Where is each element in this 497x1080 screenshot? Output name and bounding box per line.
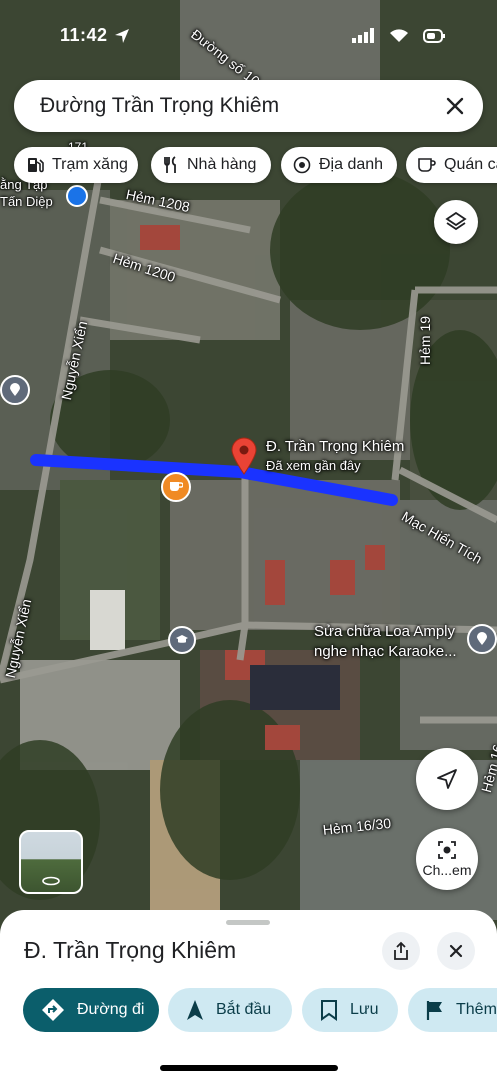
chip-cafe[interactable]: Quán cà <box>406 147 497 183</box>
pin-subtitle: Đã xem gần đây <box>266 458 361 473</box>
camera-lens-icon <box>438 841 456 859</box>
place-icon <box>10 383 20 396</box>
map-label-store-line2: Tấn Diệp <box>0 194 53 209</box>
chip-restaurant[interactable]: Nhà hàng <box>151 147 271 183</box>
directions-button[interactable]: Đường đi <box>23 988 159 1032</box>
directions-icon <box>42 999 64 1021</box>
location-arrow-icon <box>115 29 129 43</box>
cafe-poi-marker[interactable] <box>161 472 191 502</box>
bookmark-icon <box>321 1000 337 1021</box>
share-icon <box>394 941 408 960</box>
chip-label: Địa danh <box>319 156 384 173</box>
signal-icon <box>352 28 375 43</box>
poi-marker-repair[interactable] <box>467 624 497 654</box>
wifi-icon <box>389 29 408 42</box>
flag-icon <box>426 1001 442 1020</box>
battery-icon <box>423 29 445 43</box>
save-label: Lưu <box>350 1001 379 1018</box>
place-icon <box>477 632 487 645</box>
left-place-marker[interactable] <box>0 375 30 405</box>
chip-label: Quán cà <box>444 156 497 173</box>
more-label: Thêm <box>456 1001 497 1018</box>
place-bottom-sheet[interactable]: Đ. Trần Trọng Khiêm Đường đi Bắt đầu Lưu… <box>0 910 497 1080</box>
school-icon <box>176 635 188 643</box>
chip-label: Trạm xăng <box>52 156 128 173</box>
street-view-thumbnail[interactable] <box>19 830 83 894</box>
navigation-arrow-icon <box>437 769 457 789</box>
action-buttons: Đường đi Bắt đầu Lưu Thêm <box>0 988 497 1034</box>
layers-button[interactable] <box>434 200 478 244</box>
home-indicator <box>160 1065 338 1071</box>
poi-label[interactable]: Sửa chữa Loa Amply nghe nhạc Karaoke... <box>314 622 457 662</box>
poi-label-line2: nghe nhạc Karaoke... <box>314 643 457 660</box>
close-icon <box>449 944 463 958</box>
chip-label: Nhà hàng <box>187 156 257 173</box>
my-location-button[interactable] <box>416 748 478 810</box>
layers-icon <box>445 211 467 231</box>
status-bar: 11:42 <box>0 22 497 52</box>
location-pin-icon[interactable] <box>231 437 257 475</box>
start-label: Bắt đầu <box>216 1001 272 1018</box>
poi-label-line1: Sửa chữa Loa Amply <box>314 623 455 640</box>
map-label-hem19: Hẻm 19 <box>417 315 433 365</box>
search-bar[interactable]: Đường Trần Trọng Khiêm <box>14 80 483 132</box>
cafe-icon <box>170 482 183 491</box>
gas-station-icon <box>28 158 44 173</box>
restaurant-icon <box>164 156 176 173</box>
search-query[interactable]: Đường Trần Trọng Khiêm <box>40 94 279 118</box>
landmark-icon <box>293 156 311 174</box>
close-icon[interactable] <box>443 94 467 118</box>
share-button[interactable] <box>382 932 420 970</box>
chip-gas-station[interactable]: Trạm xăng <box>14 147 138 183</box>
close-sheet-button[interactable] <box>437 932 475 970</box>
save-button[interactable]: Lưu <box>302 988 398 1032</box>
gas-station-poi-marker[interactable] <box>66 185 88 207</box>
cafe-icon <box>418 158 436 172</box>
navigation-arrow-icon <box>187 1000 203 1020</box>
start-button[interactable]: Bắt đầu <box>168 988 292 1032</box>
pin-title[interactable]: Đ. Trần Trọng Khiêm <box>266 438 404 455</box>
status-icons <box>352 27 445 48</box>
category-chips: Trạm xăng Nhà hàng Địa danh Quán cà <box>14 147 497 185</box>
school-poi-marker[interactable] <box>168 626 196 654</box>
lens-label: Ch...em <box>422 862 472 878</box>
more-button[interactable]: Thêm <box>408 988 497 1032</box>
chip-landmark[interactable]: Địa danh <box>281 147 397 183</box>
lens-button[interactable]: Ch...em <box>416 828 478 890</box>
place-title: Đ. Trần Trọng Khiêm <box>24 937 237 963</box>
sheet-drag-handle[interactable] <box>226 920 270 925</box>
street-view-icon <box>42 876 60 886</box>
directions-label: Đường đi <box>77 1001 145 1018</box>
status-time: 11:42 <box>60 25 108 45</box>
